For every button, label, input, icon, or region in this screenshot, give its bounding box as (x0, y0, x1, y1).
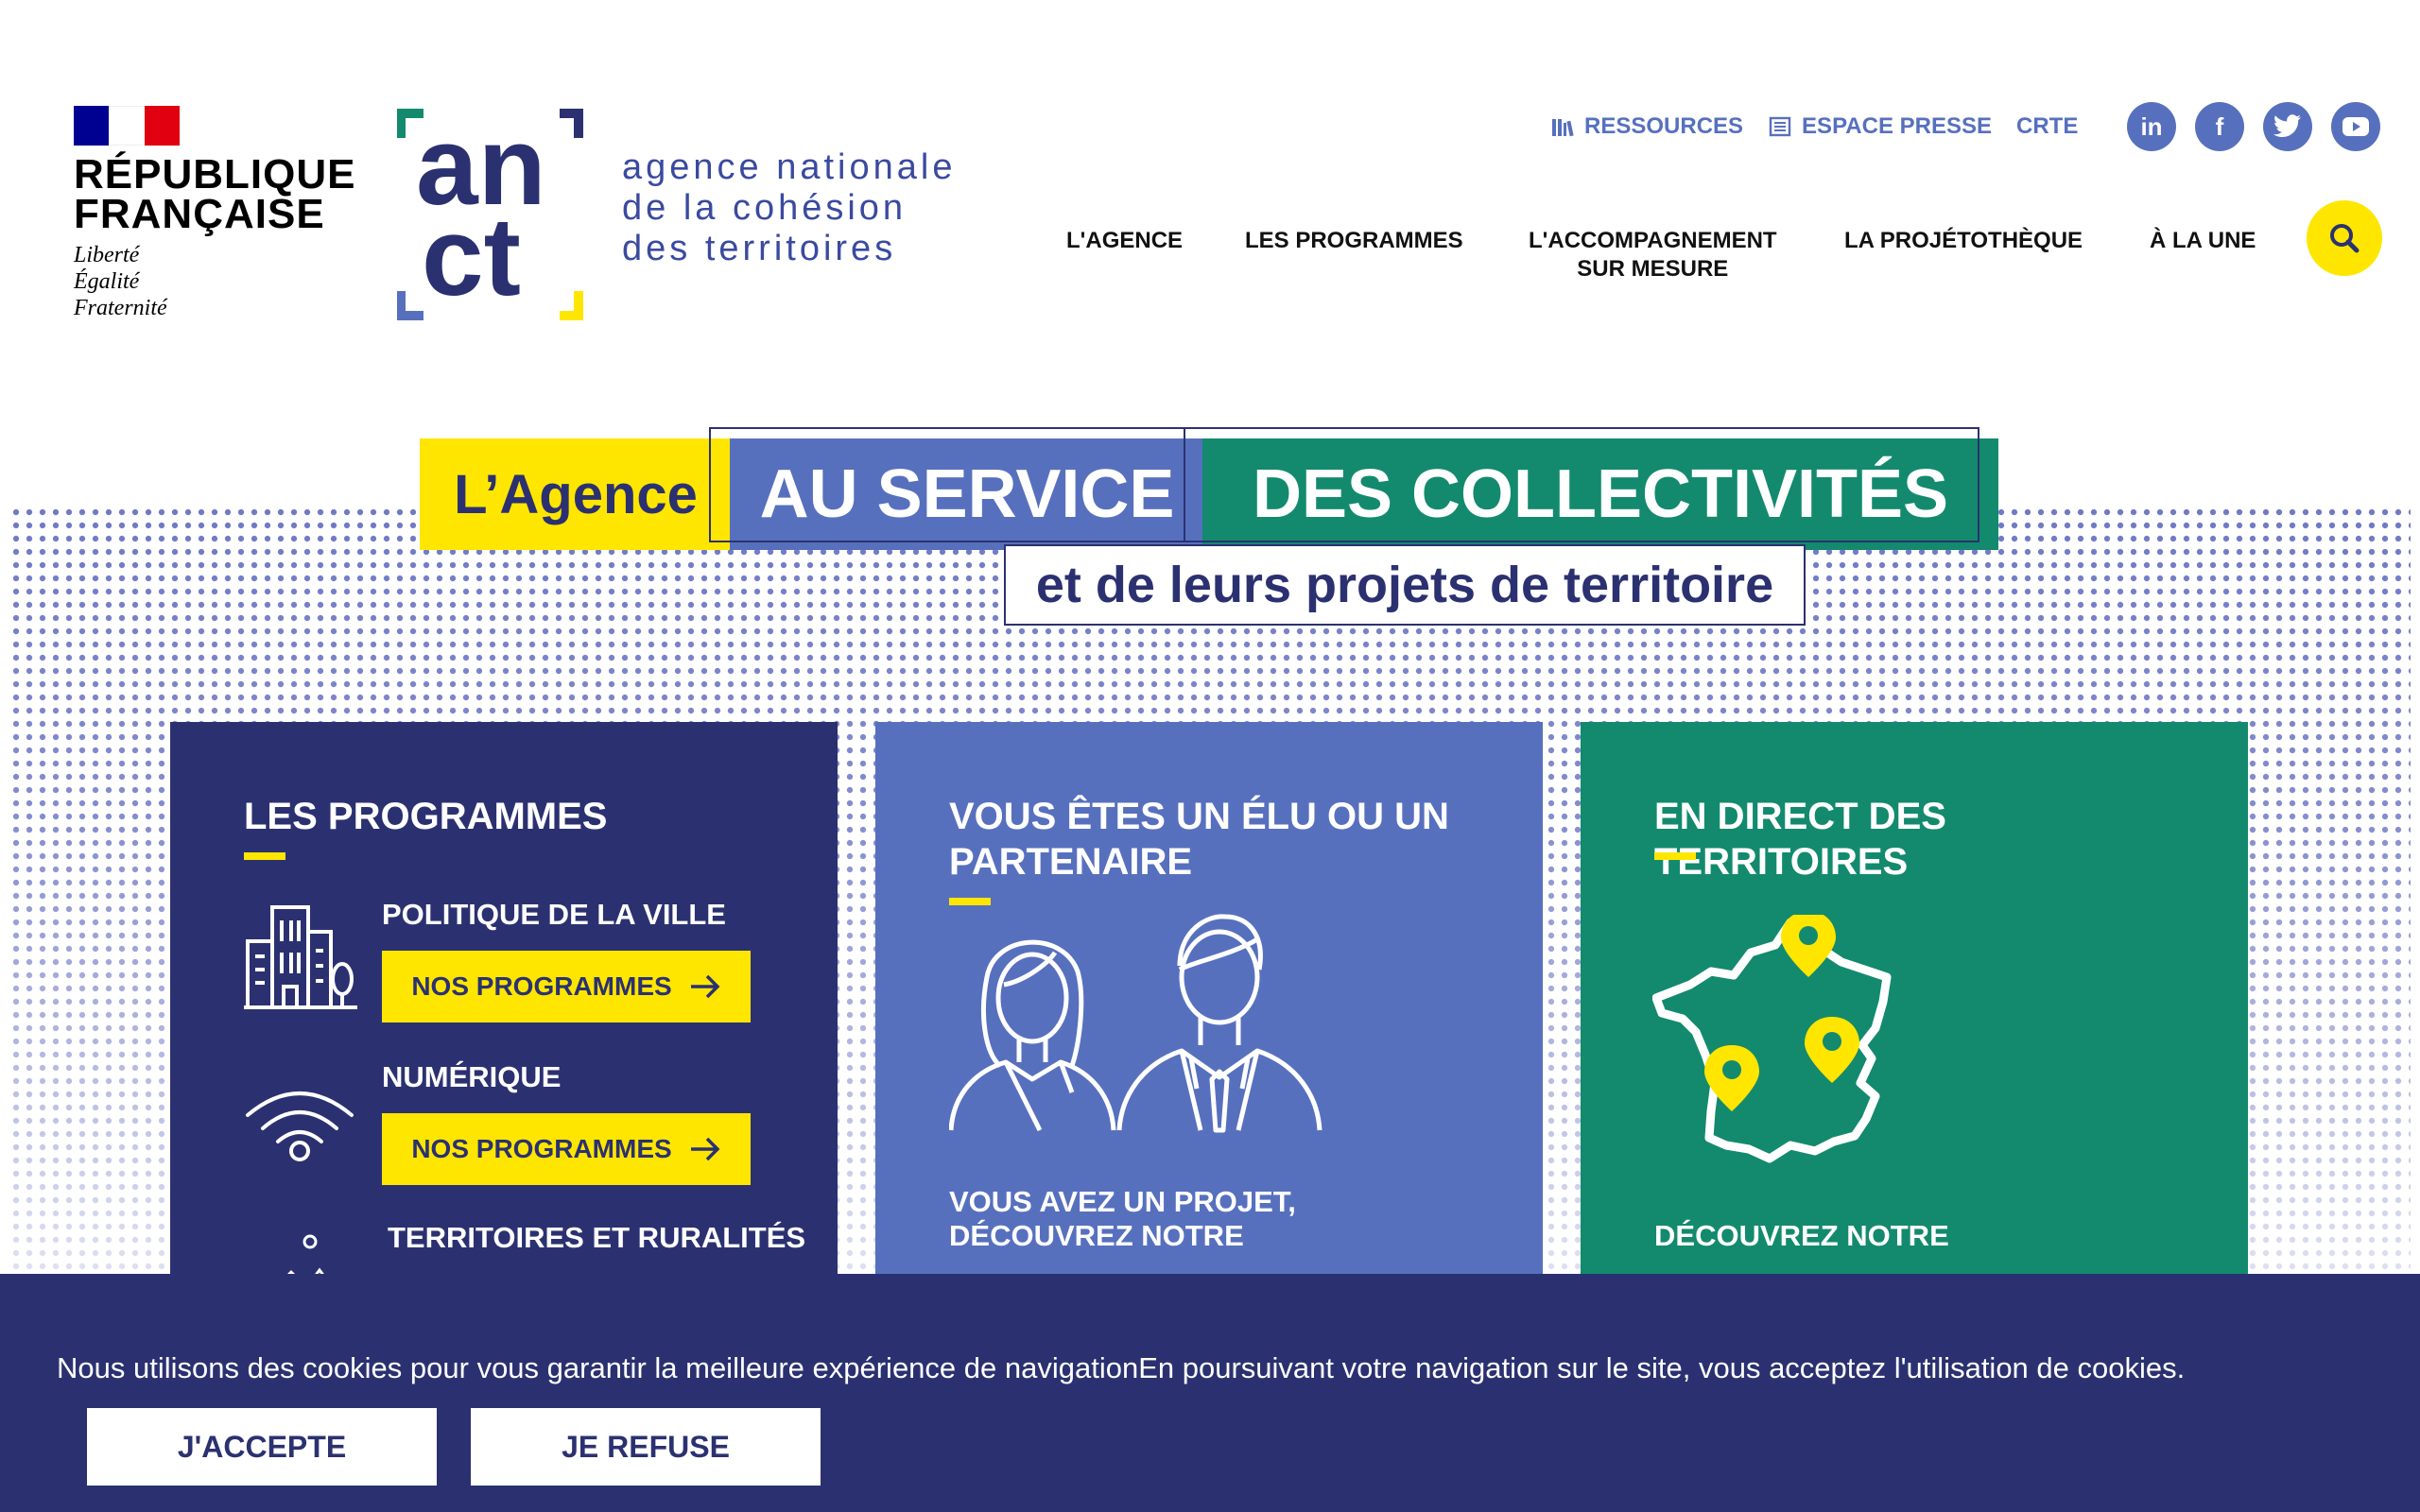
youtube-icon[interactable] (2331, 102, 2380, 151)
hero-tag-agence: L’Agence (420, 438, 732, 550)
search-button[interactable] (2307, 200, 2382, 276)
nav-accompagnement-line1: L'ACCOMPAGNEMENT (1529, 228, 1777, 253)
nav-accompagnement[interactable]: L'ACCOMPAGNEMENT SUR MESURE (1529, 227, 1777, 284)
hero-frame-service (709, 427, 1185, 542)
nav-a-la-une[interactable]: À LA UNE (2150, 227, 2256, 255)
card-programmes: LES PROGRAMMES POLITIQUE DE LA VILLE NOS… (170, 722, 838, 1308)
programme-numerique-title: NUMÉRIQUE (382, 1060, 562, 1093)
arrow-right-icon (690, 974, 720, 999)
main-nav: L'AGENCE LES PROGRAMMES L'ACCOMPAGNEMENT… (1040, 227, 2288, 293)
social-links: in f (2127, 102, 2380, 151)
anct-fullname: agence nationale de la cohésion des terr… (622, 147, 957, 268)
nav-agence[interactable]: L'AGENCE (1066, 227, 1183, 255)
nav-accompagnement-line2: SUR MESURE (1577, 256, 1729, 282)
books-icon (1552, 119, 1574, 137)
arrow-right-icon (690, 1137, 720, 1161)
card-direct-underline (1654, 852, 1696, 860)
anct-mark-icon: an ct (397, 106, 583, 320)
buildings-icon (244, 905, 357, 1009)
hero-frame-collectivites (1184, 427, 1979, 542)
crte-link[interactable]: CRTE (2016, 113, 2078, 140)
map-pin-icon (1805, 1017, 1859, 1083)
card-direct-footer: DÉCOUVREZ NOTRE (1654, 1219, 1949, 1252)
espace-presse-label: ESPACE PRESSE (1802, 113, 1992, 139)
youtube-play-icon (2342, 117, 2369, 136)
nav-programmes[interactable]: LES PROGRAMMES (1245, 227, 1463, 255)
programme-territoires-ruralites-title: TERRITOIRES ET RURALITÉS (388, 1221, 806, 1254)
facebook-glyph: f (2215, 112, 2224, 141)
hero-subtitle: et de leurs projets de territoire (1004, 544, 1806, 626)
newspaper-icon (1769, 116, 1791, 137)
programme-politique-ville-title: POLITIQUE DE LA VILLE (382, 898, 726, 931)
facebook-icon[interactable]: f (2195, 102, 2244, 151)
linkedin-glyph: in (2140, 112, 2163, 141)
programme-numerique-button[interactable]: NOS PROGRAMMES (382, 1113, 751, 1185)
card-elu-title: VOUS ÊTES UN ÉLU OU UN PARTENAIRE (949, 796, 1449, 883)
card-elu-underline (949, 898, 991, 905)
wifi-icon (246, 1091, 354, 1161)
card-programmes-title: LES PROGRAMMES (244, 796, 608, 837)
card-programmes-underline (244, 852, 285, 860)
card-elu-partenaire: VOUS ÊTES UN ÉLU OU UN PARTENAIRE VOUS A… (875, 722, 1543, 1308)
map-pin-icon (1781, 915, 1836, 977)
republique-francaise-logo[interactable]: RÉPUBLIQUE FRANÇAISE Liberté Égalité Fra… (74, 106, 356, 321)
cookie-refuse-button[interactable]: JE REFUSE (471, 1408, 821, 1486)
republique-title: RÉPUBLIQUE FRANÇAISE (74, 151, 356, 237)
card-direct-title: EN DIRECT DES TERRITOIRES (1654, 796, 1946, 883)
card-en-direct: EN DIRECT DES TERRITOIRES DÉCOUVREZ NOTR… (1581, 722, 2248, 1308)
card-elu-footer: VOUS AVEZ UN PROJET, DÉCOUVREZ NOTRE (949, 1185, 1296, 1252)
republique-motto: Liberté Égalité Fraternité (74, 243, 167, 320)
crte-label: CRTE (2016, 113, 2079, 139)
ressources-label: RESSOURCES (1584, 113, 1744, 139)
espace-presse-link[interactable]: ESPACE PRESSE (1768, 113, 1992, 140)
cookie-accept-button[interactable]: J'ACCEPTE (87, 1408, 437, 1486)
linkedin-icon[interactable]: in (2127, 102, 2176, 151)
twitter-bird-icon (2273, 114, 2301, 137)
twitter-icon[interactable] (2263, 102, 2312, 151)
france-map-icon (1652, 915, 1892, 1163)
top-links: RESSOURCES ESPACE PRESSE CRTE (1550, 113, 2078, 140)
nav-projetotheque[interactable]: LA PROJÉTOTHÈQUE (1844, 227, 2083, 255)
cookie-banner: Nous utilisons des cookies pour vous gar… (0, 1274, 2420, 1512)
programme-numerique-button-label: NOS PROGRAMMES (411, 1134, 672, 1163)
anct-logo[interactable]: an ct agence nationale de la cohésion de… (397, 106, 983, 323)
programme-politique-ville-button-label: NOS PROGRAMMES (411, 971, 672, 1001)
search-icon (2330, 224, 2360, 253)
cookie-text: Nous utilisons des cookies pour vous gar… (57, 1351, 2186, 1384)
french-flag-icon (74, 106, 180, 146)
svg-text:ct: ct (422, 195, 521, 319)
ressources-link[interactable]: RESSOURCES (1550, 113, 1743, 140)
programme-politique-ville-button[interactable]: NOS PROGRAMMES (382, 951, 751, 1022)
people-icon (949, 914, 1322, 1133)
